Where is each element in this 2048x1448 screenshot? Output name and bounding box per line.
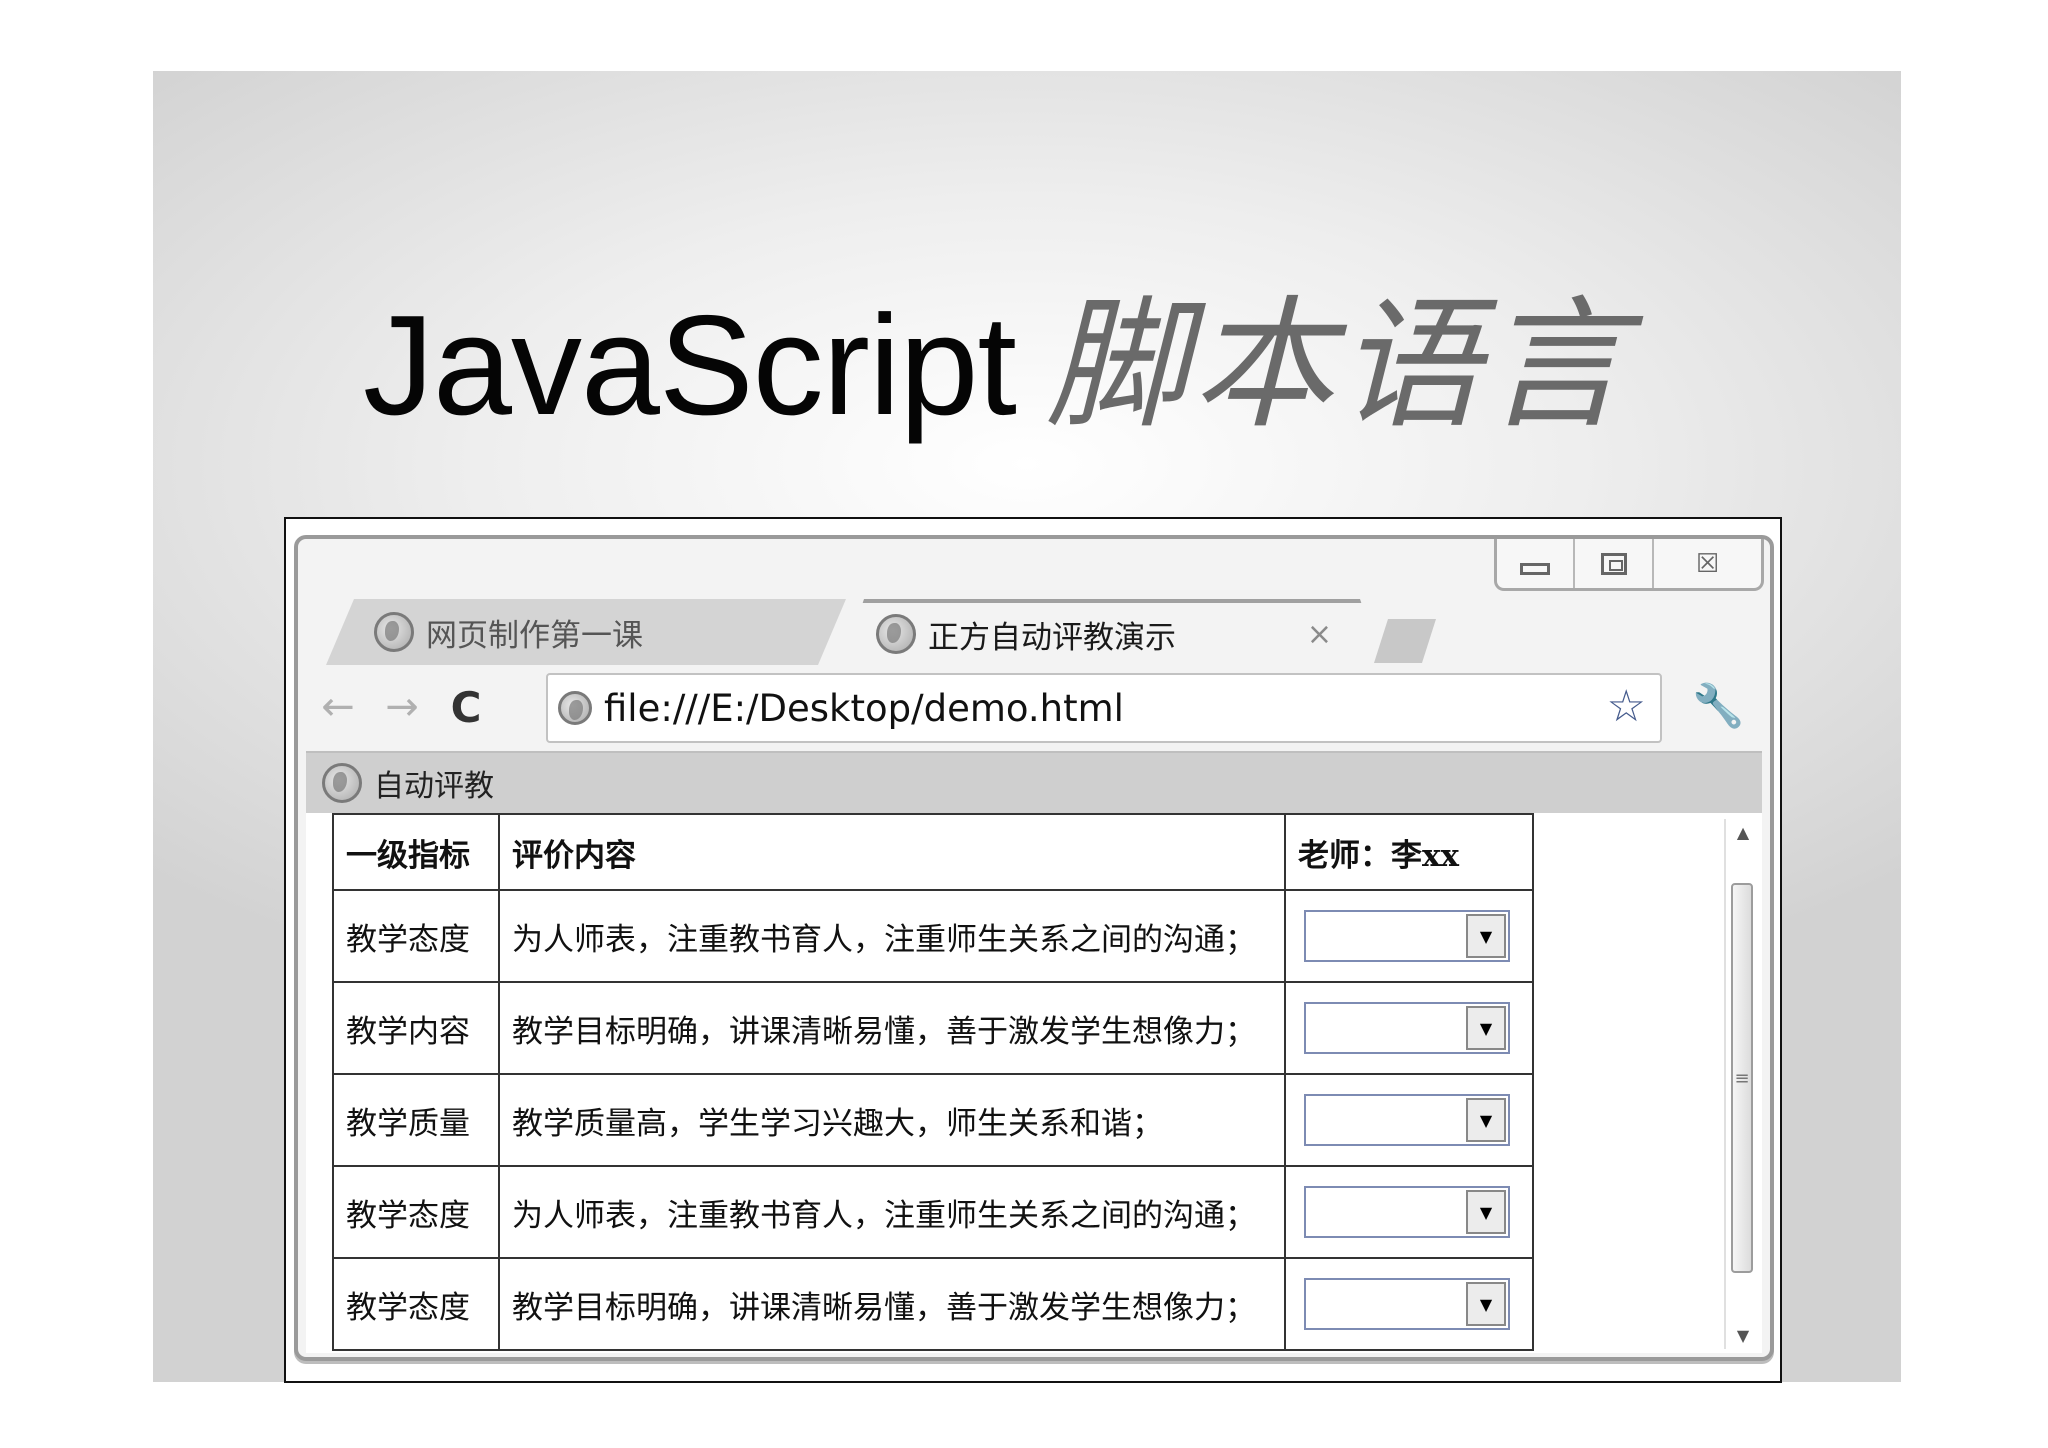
row-category: 教学态度 [332, 1165, 500, 1259]
reload-button[interactable]: C [434, 683, 498, 732]
scroll-up-icon[interactable]: ▲ [1726, 823, 1760, 842]
globe-icon [876, 614, 916, 654]
title-cjk: 脚本语言 [1045, 283, 1630, 448]
minimize-icon [1520, 562, 1551, 575]
globe-icon [322, 763, 362, 803]
rating-select[interactable]: ▼ [1304, 1002, 1510, 1054]
forward-button[interactable]: → [370, 684, 434, 730]
rating-select[interactable]: ▼ [1304, 1278, 1510, 1330]
row-rating: ▼ [1284, 1257, 1534, 1351]
row-rating: ▼ [1284, 1165, 1534, 1259]
row-content: 为人师表，注重教书育人，注重师生关系之间的沟通； [498, 889, 1286, 983]
address-bar[interactable]: file:///E:/Desktop/demo.html ☆ [546, 673, 1662, 743]
table-header-row: 一级指标 评价内容 老师：李xx [332, 813, 1534, 891]
row-rating: ▼ [1284, 889, 1534, 983]
row-rating: ▼ [1284, 981, 1534, 1075]
rating-select[interactable]: ▼ [1304, 1186, 1510, 1238]
row-category: 教学态度 [332, 889, 500, 983]
chevron-down-icon[interactable]: ▼ [1466, 1190, 1506, 1234]
row-rating: ▼ [1284, 1073, 1534, 1167]
header-category: 一级指标 [332, 813, 500, 891]
tab-label: 网页制作第一课 [426, 617, 643, 654]
close-icon: ☒ [1695, 548, 1720, 579]
table-row: 教学内容 教学目标明确，讲课清晰易懂，善于激发学生想像力； ▼ [332, 981, 1534, 1075]
row-category: 教学内容 [332, 981, 500, 1075]
slide-title: JavaScript 脚本语言 [363, 271, 1763, 461]
bookmark-bar: 自动评教 [306, 751, 1762, 813]
header-content: 评价内容 [498, 813, 1286, 891]
row-content: 教学目标明确，讲课清晰易懂，善于激发学生想像力； [498, 1257, 1286, 1351]
table-row: 教学态度 教学目标明确，讲课清晰易懂，善于激发学生想像力； ▼ [332, 1257, 1534, 1351]
maximize-button[interactable] [1575, 539, 1654, 588]
table-row: 教学质量 教学质量高，学生学习兴趣大，师生关系和谐； ▼ [332, 1073, 1534, 1167]
rating-select[interactable]: ▼ [1304, 910, 1510, 962]
rating-select[interactable]: ▼ [1304, 1094, 1510, 1146]
chevron-down-icon[interactable]: ▼ [1466, 1282, 1506, 1326]
tab-active[interactable]: 正方自动评教演示 × [842, 599, 1382, 665]
globe-icon [558, 691, 592, 725]
chevron-down-icon[interactable]: ▼ [1466, 1098, 1506, 1142]
chevron-down-icon[interactable]: ▼ [1466, 914, 1506, 958]
header-teacher: 老师：李xx [1284, 813, 1534, 891]
row-content: 为人师表，注重教书育人，注重师生关系之间的沟通； [498, 1165, 1286, 1259]
globe-icon [374, 612, 414, 652]
scroll-thumb[interactable]: ≡ [1731, 883, 1753, 1273]
vertical-scrollbar[interactable]: ▲ ≡ ▼ [1724, 819, 1758, 1349]
tab-label: 正方自动评教演示 [928, 619, 1176, 656]
row-category: 教学质量 [332, 1073, 500, 1167]
evaluation-table: 一级指标 评价内容 老师：李xx 教学态度 为人师表，注重教书育人，注重师生关系… [332, 813, 1534, 1351]
back-button[interactable]: ← [306, 684, 370, 730]
tab-inactive[interactable]: 网页制作第一课 [326, 599, 846, 665]
window-controls: ☒ [1494, 539, 1764, 591]
chevron-down-icon[interactable]: ▼ [1466, 1006, 1506, 1050]
page-content: 一级指标 评价内容 老师：李xx 教学态度 为人师表，注重教书育人，注重师生关系… [306, 813, 1762, 1353]
minimize-button[interactable] [1497, 539, 1576, 588]
bookmark-item[interactable]: 自动评教 [374, 761, 494, 805]
star-icon[interactable]: ☆ [1607, 681, 1646, 732]
tab-close-icon[interactable]: × [1307, 617, 1332, 652]
wrench-icon[interactable]: 🔧 [1692, 681, 1744, 731]
url-text[interactable]: file:///E:/Desktop/demo.html [604, 687, 1124, 730]
table-row: 教学态度 为人师表，注重教书育人，注重师生关系之间的沟通； ▼ [332, 1165, 1534, 1259]
close-button[interactable]: ☒ [1654, 539, 1761, 588]
title-latin: JavaScript [363, 286, 1017, 445]
row-content: 教学质量高，学生学习兴趣大，师生关系和谐； [498, 1073, 1286, 1167]
row-category: 教学态度 [332, 1257, 500, 1351]
maximize-icon [1600, 552, 1627, 575]
table-row: 教学态度 为人师表，注重教书育人，注重师生关系之间的沟通； ▼ [332, 889, 1534, 983]
new-tab-button[interactable] [1374, 619, 1436, 663]
browser-window: ☒ 网页制作第一课 正方自动评教演示 × ← → C file:///E:/De… [294, 535, 1774, 1361]
browser-screenshot-frame: ☒ 网页制作第一课 正方自动评教演示 × ← → C file:///E:/De… [284, 517, 1782, 1383]
row-content: 教学目标明确，讲课清晰易懂，善于激发学生想像力； [498, 981, 1286, 1075]
browser-toolbar: ← → C file:///E:/Desktop/demo.html ☆ 🔧 [306, 665, 1762, 749]
scroll-down-icon[interactable]: ▼ [1726, 1326, 1760, 1345]
